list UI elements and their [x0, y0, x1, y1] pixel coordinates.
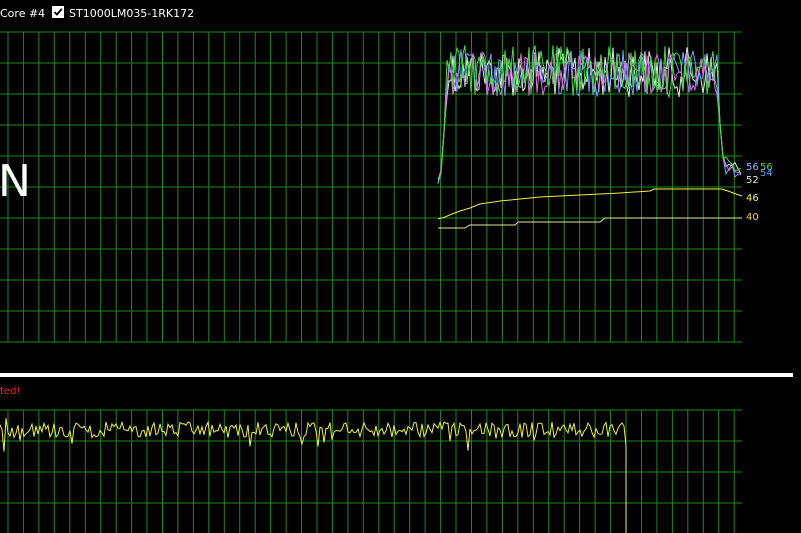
graph-divider[interactable] — [0, 373, 793, 377]
status-text: ted! — [0, 386, 21, 397]
series-value-label: 40 — [746, 212, 759, 223]
overlay-letter: N — [0, 156, 31, 207]
graph-grid — [0, 409, 742, 533]
graph-lines — [0, 418, 627, 533]
checkbox-checked-icon — [53, 8, 63, 16]
core-label: Core #4 — [0, 7, 46, 20]
graph-lines — [437, 45, 743, 229]
series-value-label: 54 — [760, 168, 773, 179]
series-line — [437, 188, 743, 220]
activity-graph — [0, 409, 742, 533]
series-value-label: 52 — [746, 175, 759, 186]
series-value-label: 46 — [746, 193, 759, 204]
series-line — [438, 217, 742, 229]
toolbar: Core #4 ST1000LM035-1RK172 — [0, 0, 801, 28]
temperature-graph — [0, 31, 743, 343]
series-line — [0, 418, 627, 533]
drive-label[interactable]: ST1000LM035-1RK172 — [69, 7, 194, 20]
series-value-label: 56 — [746, 162, 759, 173]
series-line — [437, 49, 742, 184]
drive-checkbox[interactable] — [52, 6, 64, 18]
